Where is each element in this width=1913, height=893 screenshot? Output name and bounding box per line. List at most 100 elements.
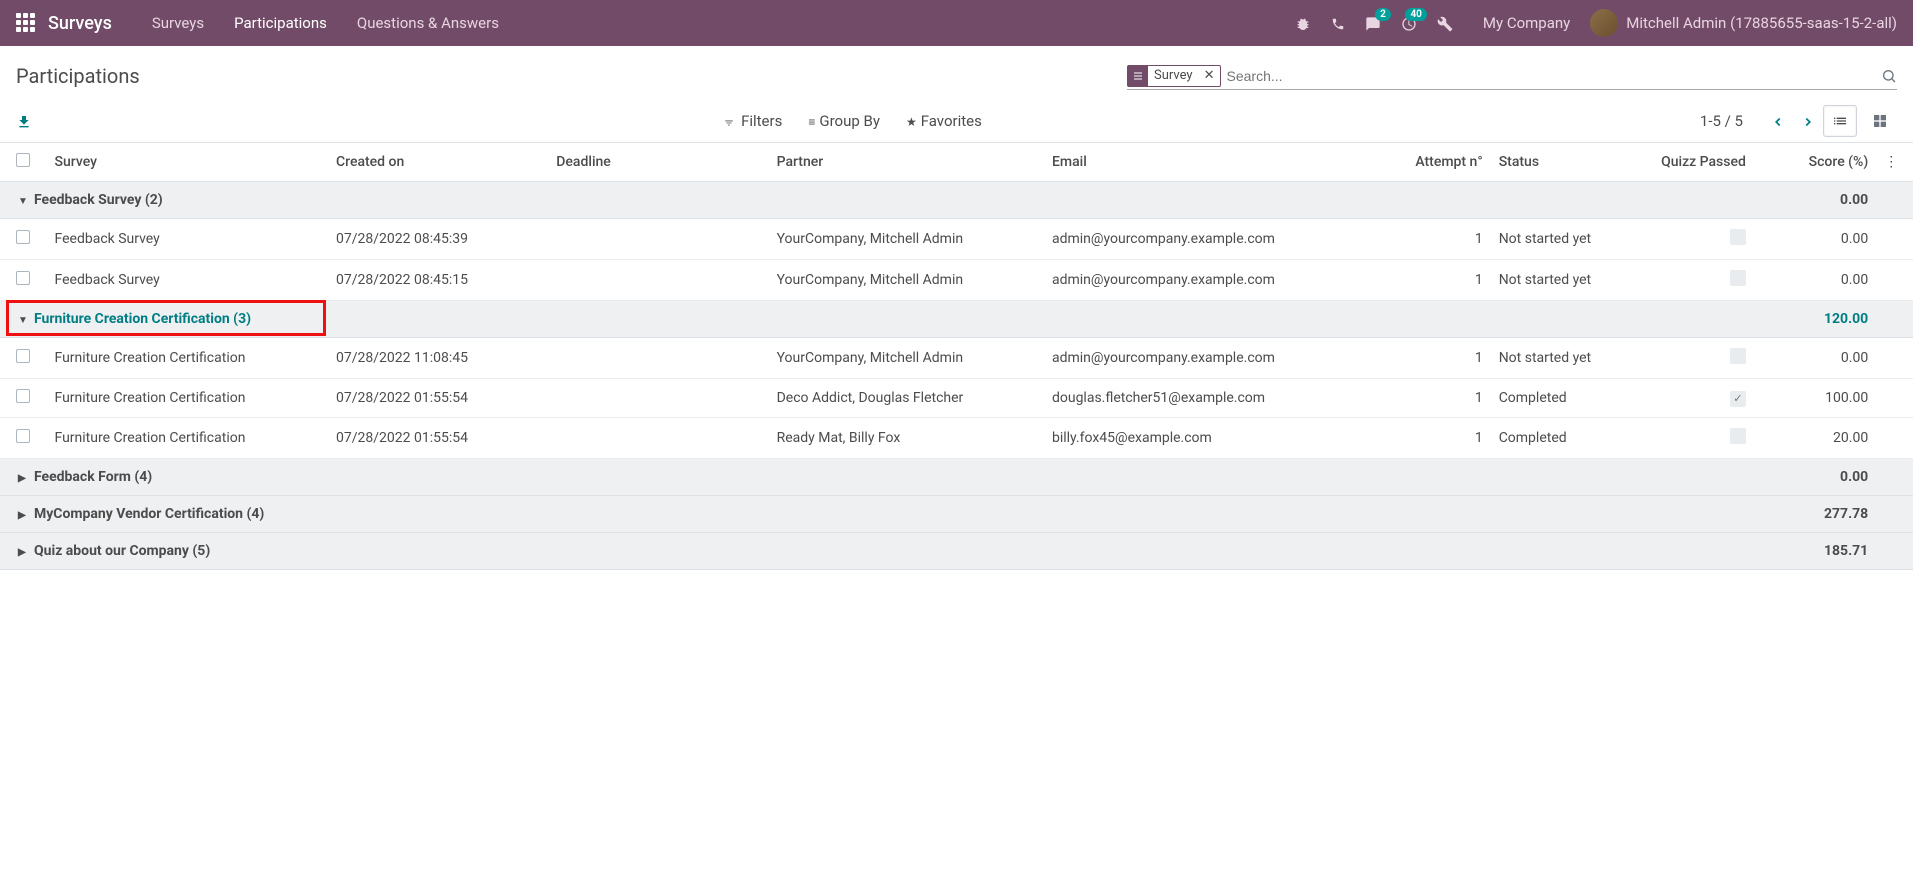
company-switcher[interactable]: My Company — [1483, 14, 1570, 32]
cell-survey: Furniture Creation Certification — [47, 418, 329, 459]
table-row[interactable]: Furniture Creation Certification07/28/20… — [0, 418, 1913, 459]
bug-icon[interactable] — [1295, 14, 1311, 33]
group-score: 185.71 — [1754, 533, 1876, 570]
cell-quiz — [1631, 418, 1753, 459]
col-email[interactable]: Email — [1044, 143, 1368, 182]
cell-quiz — [1631, 219, 1753, 260]
nav-link-surveys[interactable]: Surveys — [152, 14, 204, 32]
cell-partner: Ready Mat, Billy Fox — [769, 418, 1044, 459]
row-checkbox[interactable] — [16, 271, 30, 285]
cell-deadline — [548, 379, 768, 418]
quiz-indicator: ✓ — [1730, 391, 1746, 407]
cell-created: 07/28/2022 01:55:54 — [328, 379, 548, 418]
cell-email: admin@yourcompany.example.com — [1044, 219, 1368, 260]
chevron-down-icon: ▼ — [18, 315, 28, 326]
search-icon[interactable] — [1881, 67, 1897, 83]
chevron-right-icon: ▶ — [18, 473, 28, 484]
cell-survey: Feedback Survey — [47, 219, 329, 260]
search-input[interactable] — [1221, 66, 1874, 86]
quiz-indicator — [1730, 348, 1746, 364]
cell-partner: YourCompany, Mitchell Admin — [769, 219, 1044, 260]
group-label: MyCompany Vendor Certification (4) — [34, 506, 264, 522]
participations-table: Survey Created on Deadline Partner Email… — [0, 143, 1913, 570]
column-options-icon[interactable]: ⋮ — [1876, 143, 1913, 182]
col-status[interactable]: Status — [1491, 143, 1632, 182]
group-header[interactable]: ▶MyCompany Vendor Certification (4)277.7… — [0, 496, 1913, 533]
cell-status: Not started yet — [1491, 338, 1632, 379]
table-row[interactable]: Furniture Creation Certification07/28/20… — [0, 379, 1913, 418]
cell-score: 100.00 — [1754, 379, 1876, 418]
table-row[interactable]: Feedback Survey07/28/2022 08:45:39YourCo… — [0, 219, 1913, 260]
search-area: Survey ✕ — [1127, 63, 1897, 90]
col-partner[interactable]: Partner — [769, 143, 1044, 182]
col-created[interactable]: Created on — [328, 143, 548, 182]
col-score[interactable]: Score (%) — [1754, 143, 1876, 182]
control-panel: Participations Survey ✕ Filters — [0, 46, 1913, 143]
cell-score: 0.00 — [1754, 260, 1876, 301]
activity-icon[interactable]: 40 — [1401, 14, 1417, 33]
col-attempt[interactable]: Attempt n° — [1368, 143, 1490, 182]
cell-email: admin@yourcompany.example.com — [1044, 260, 1368, 301]
group-label: Feedback Survey (2) — [34, 192, 163, 208]
cell-survey: Feedback Survey — [47, 260, 329, 301]
cell-created: 07/28/2022 08:45:15 — [328, 260, 548, 301]
cell-quiz: ✓ — [1631, 379, 1753, 418]
chevron-right-icon: ▶ — [18, 547, 28, 558]
cell-attempt: 1 — [1368, 260, 1490, 301]
cell-partner: YourCompany, Mitchell Admin — [769, 260, 1044, 301]
row-checkbox[interactable] — [16, 230, 30, 244]
filters-button[interactable]: Filters — [724, 112, 782, 130]
messaging-icon[interactable]: 2 — [1365, 14, 1381, 33]
cell-created: 07/28/2022 01:55:54 — [328, 418, 548, 459]
nav-link-questions-answers[interactable]: Questions & Answers — [357, 14, 499, 32]
cell-quiz — [1631, 338, 1753, 379]
username[interactable]: Mitchell Admin (17885655-saas-15-2-all) — [1626, 14, 1897, 32]
group-header[interactable]: ▶Feedback Form (4)0.00 — [0, 459, 1913, 496]
select-all-checkbox[interactable] — [16, 153, 30, 167]
col-survey[interactable]: Survey — [47, 143, 329, 182]
col-deadline[interactable]: Deadline — [548, 143, 768, 182]
group-label: Quiz about our Company (5) — [34, 543, 210, 559]
favorites-button[interactable]: ★Favorites — [906, 112, 982, 130]
cell-score: 0.00 — [1754, 338, 1876, 379]
row-checkbox[interactable] — [16, 349, 30, 363]
cell-deadline — [548, 260, 768, 301]
quiz-indicator — [1730, 428, 1746, 444]
groupby-button-icon: ≡ — [808, 115, 815, 129]
table-row[interactable]: Furniture Creation Certification07/28/20… — [0, 338, 1913, 379]
nav-link-participations[interactable]: Participations — [234, 14, 327, 32]
groupby-button[interactable]: ≡Group By — [808, 112, 880, 130]
group-score: 0.00 — [1754, 459, 1876, 496]
kanban-view-button[interactable] — [1863, 105, 1897, 137]
cell-status: Not started yet — [1491, 260, 1632, 301]
export-icon[interactable] — [16, 112, 32, 130]
col-quiz[interactable]: Quizz Passed — [1631, 143, 1753, 182]
cell-survey: Furniture Creation Certification — [47, 379, 329, 418]
avatar[interactable] — [1590, 9, 1618, 37]
pager-next[interactable] — [1801, 111, 1815, 132]
activity-badge: 40 — [1405, 8, 1426, 21]
cell-status: Completed — [1491, 418, 1632, 459]
group-header[interactable]: ▼Furniture Creation Certification (3)120… — [0, 301, 1913, 338]
cell-attempt: 1 — [1368, 418, 1490, 459]
quiz-indicator — [1730, 229, 1746, 245]
pager[interactable]: 1-5 / 5 — [1700, 112, 1743, 130]
pager-prev[interactable] — [1771, 111, 1785, 132]
cell-status: Not started yet — [1491, 219, 1632, 260]
group-score: 277.78 — [1754, 496, 1876, 533]
table-row[interactable]: Feedback Survey07/28/2022 08:45:15 YourCo… — [0, 260, 1913, 301]
phone-icon[interactable] — [1331, 14, 1345, 33]
row-checkbox[interactable] — [16, 429, 30, 443]
main-navbar: Surveys Surveys Participations Questions… — [0, 0, 1913, 46]
cell-email: billy.fox45@example.com — [1044, 418, 1368, 459]
app-brand[interactable]: Surveys — [48, 13, 112, 34]
group-header[interactable]: ▶ Quiz about our Company (5) 185.71 — [0, 533, 1913, 570]
cell-attempt: 1 — [1368, 338, 1490, 379]
tools-icon[interactable] — [1437, 14, 1453, 33]
cell-email: douglas.fletcher51@example.com — [1044, 379, 1368, 418]
apps-icon[interactable] — [16, 13, 36, 33]
group-header[interactable]: ▼Feedback Survey (2)0.00 — [0, 182, 1913, 219]
list-view-button[interactable] — [1823, 105, 1857, 137]
row-checkbox[interactable] — [16, 389, 30, 403]
facet-remove[interactable]: ✕ — [1199, 66, 1220, 86]
